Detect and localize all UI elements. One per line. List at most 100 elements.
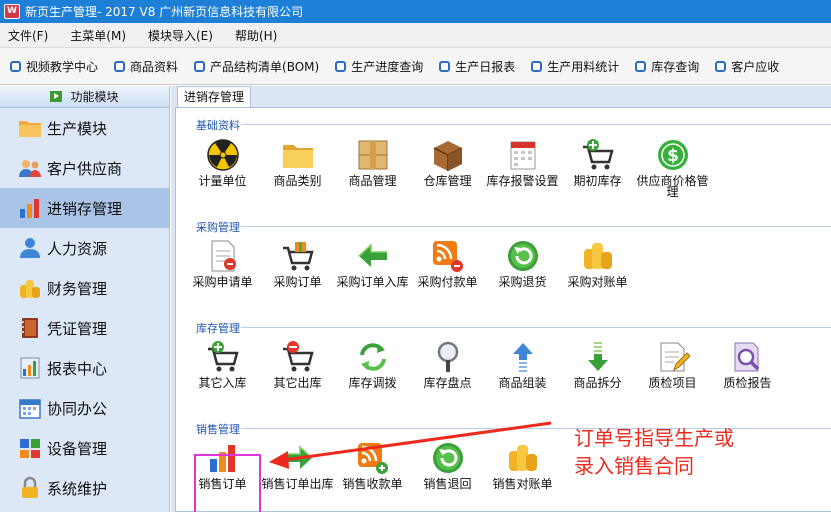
icon-label: 销售收款单 <box>342 477 403 491</box>
book-icon <box>21 318 38 338</box>
toolbar: 视频教学中心 商品资料 产品结构清单(BOM) 生产进度查询 生产日报表 生产用… <box>0 47 831 85</box>
toolbar-product-info-button[interactable]: 商品资料 <box>114 58 178 75</box>
icon-label: 采购退货 <box>498 275 547 289</box>
lock-icon <box>22 476 38 498</box>
checkbox-icon <box>114 60 126 72</box>
sidebar-item-label: 进销存管理 <box>47 199 123 218</box>
folder-icon <box>282 145 313 168</box>
purchase-order-receipt-button[interactable]: 采购订单入库 <box>335 239 410 309</box>
menu-help[interactable]: 帮助(H) <box>235 27 277 44</box>
sidebar: 功能模块 生产模块 客户供应商 进销存管理 人力资源 财务管理 凭证管理 报表中… <box>0 86 170 512</box>
qc-items-button[interactable]: 质检项目 <box>635 340 710 410</box>
toolbar-label: 生产用料统计 <box>547 59 620 74</box>
radiation-icon <box>206 139 239 171</box>
opening-stock-button[interactable]: 期初库存 <box>560 138 635 208</box>
sales-return-button[interactable]: 销售退回 <box>410 441 485 511</box>
checkbox-icon <box>531 60 543 72</box>
group-label-basic-data: 基础资料 <box>196 119 240 132</box>
icon-label: 库存盘点 <box>423 376 472 390</box>
icon-label: 商品拆分 <box>573 376 622 390</box>
document-icon <box>211 240 236 272</box>
purchase-return-button[interactable]: 采购退货 <box>485 239 560 309</box>
group-divider <box>241 226 831 227</box>
icon-label: 其它入库 <box>198 376 247 390</box>
group-label-inventory: 库存管理 <box>196 322 240 335</box>
content-area: 进销存管理 基础资料 计量单位 商品类别 商品管理 仓库管理 库存报警设置 期初… <box>171 86 831 512</box>
stock-count-button[interactable]: 库存盘点 <box>410 340 485 410</box>
sidebar-item-equipment[interactable]: 设备管理 <box>0 428 169 468</box>
magnifier-icon <box>437 341 458 372</box>
toolbar-label: 商品资料 <box>130 59 179 74</box>
icon-label: 计量单位 <box>198 174 247 188</box>
product-category-button[interactable]: 商品类别 <box>260 138 335 208</box>
supplier-price-management-button[interactable]: $ 供应商价格管理 <box>635 138 710 208</box>
menu-module-import[interactable]: 模块导入(E) <box>148 27 213 44</box>
icon-label: 销售对账单 <box>492 477 553 491</box>
sidebar-item-collaboration[interactable]: 协同办公 <box>0 388 169 428</box>
group-divider <box>241 124 831 125</box>
menu-bar: 文件(F) 主菜单(M) 模块导入(E) 帮助(H) <box>0 23 831 47</box>
sidebar-item-label: 设备管理 <box>47 439 108 458</box>
sales-receipt-button[interactable]: 销售收款单 <box>335 441 410 511</box>
icon-label: 采购申请单 <box>192 275 253 289</box>
report-search-icon <box>734 342 759 372</box>
warehouse-management-button[interactable]: 仓库管理 <box>410 138 485 208</box>
cart-add-icon <box>207 341 239 372</box>
toolbar-label: 产品结构清单(BOM) <box>210 59 320 74</box>
report-icon <box>20 357 40 379</box>
checkbox-icon <box>635 60 647 72</box>
crate-icon <box>433 141 462 171</box>
purchase-requisition-button[interactable]: 采购申请单 <box>185 239 260 309</box>
icon-label: 期初库存 <box>573 174 622 188</box>
icon-label: 库存调拨 <box>348 376 397 390</box>
menu-file[interactable]: 文件(F) <box>8 27 48 44</box>
sidebar-item-inventory[interactable]: 进销存管理 <box>0 188 169 228</box>
sidebar-item-system[interactable]: 系统维护 <box>0 468 169 508</box>
toolbar-material-stats-button[interactable]: 生产用料统计 <box>531 58 619 75</box>
menu-main[interactable]: 主菜单(M) <box>70 27 126 44</box>
return-icon <box>432 443 463 473</box>
icon-label: 仓库管理 <box>423 174 472 188</box>
other-stock-out-button[interactable]: 其它出库 <box>260 340 335 410</box>
toolbar-daily-report-button[interactable]: 生产日报表 <box>439 58 515 75</box>
sidebar-item-label: 生产模块 <box>47 119 108 138</box>
icon-label: 商品类别 <box>273 174 322 188</box>
qc-report-button[interactable]: 质检报告 <box>710 340 785 410</box>
icon-label: 质检报告 <box>723 376 772 390</box>
sidebar-item-hr[interactable]: 人力资源 <box>0 228 169 268</box>
sales-order-shipment-button[interactable]: 销售订单出库 <box>260 441 335 511</box>
sidebar-item-production[interactable]: 生产模块 <box>0 108 169 148</box>
checkbox-icon <box>335 60 347 72</box>
toolbar-bom-button[interactable]: 产品结构清单(BOM) <box>194 58 319 75</box>
sidebar-item-finance[interactable]: 财务管理 <box>0 268 169 308</box>
product-management-button[interactable]: 商品管理 <box>335 138 410 208</box>
stock-alert-settings-button[interactable]: 库存报警设置 <box>485 138 560 208</box>
unit-of-measure-button[interactable]: 计量单位 <box>185 138 260 208</box>
toolbar-production-progress-button[interactable]: 生产进度查询 <box>335 58 423 75</box>
sidebar-item-customers-suppliers[interactable]: 客户供应商 <box>0 148 169 188</box>
group-divider <box>241 327 831 328</box>
toolbar-stock-query-button[interactable]: 库存查询 <box>635 58 699 75</box>
sidebar-item-vouchers[interactable]: 凭证管理 <box>0 308 169 348</box>
toolbar-label: 库存查询 <box>651 59 700 74</box>
purchase-payment-button[interactable]: 采购付款单 <box>410 239 485 309</box>
purchase-order-button[interactable]: 采购订单 <box>260 239 335 309</box>
app-logo-icon: W <box>4 4 20 19</box>
other-stock-in-button[interactable]: 其它入库 <box>185 340 260 410</box>
icon-label: 销售订单出库 <box>261 477 334 491</box>
product-assembly-button[interactable]: 商品组装 <box>485 340 560 410</box>
sidebar-item-reports[interactable]: 报表中心 <box>0 348 169 388</box>
toolbar-receivables-button[interactable]: 客户应收 <box>715 58 779 75</box>
arrow-up-icon <box>512 343 533 372</box>
stock-transfer-button[interactable]: 库存调拨 <box>335 340 410 410</box>
icon-label: 质检项目 <box>648 376 697 390</box>
sales-statement-button[interactable]: 销售对账单 <box>485 441 560 511</box>
dollar-icon: $ <box>657 140 688 170</box>
sidebar-item-label: 人力资源 <box>47 239 108 258</box>
tab-inventory-management[interactable]: 进销存管理 <box>177 86 251 108</box>
bar-chart-icon <box>20 199 39 218</box>
product-disassembly-button[interactable]: 商品拆分 <box>560 340 635 410</box>
icon-label: 采购订单入库 <box>336 275 409 289</box>
purchase-statement-button[interactable]: 采购对账单 <box>560 239 635 309</box>
toolbar-video-tutorial-button[interactable]: 视频教学中心 <box>10 58 98 75</box>
